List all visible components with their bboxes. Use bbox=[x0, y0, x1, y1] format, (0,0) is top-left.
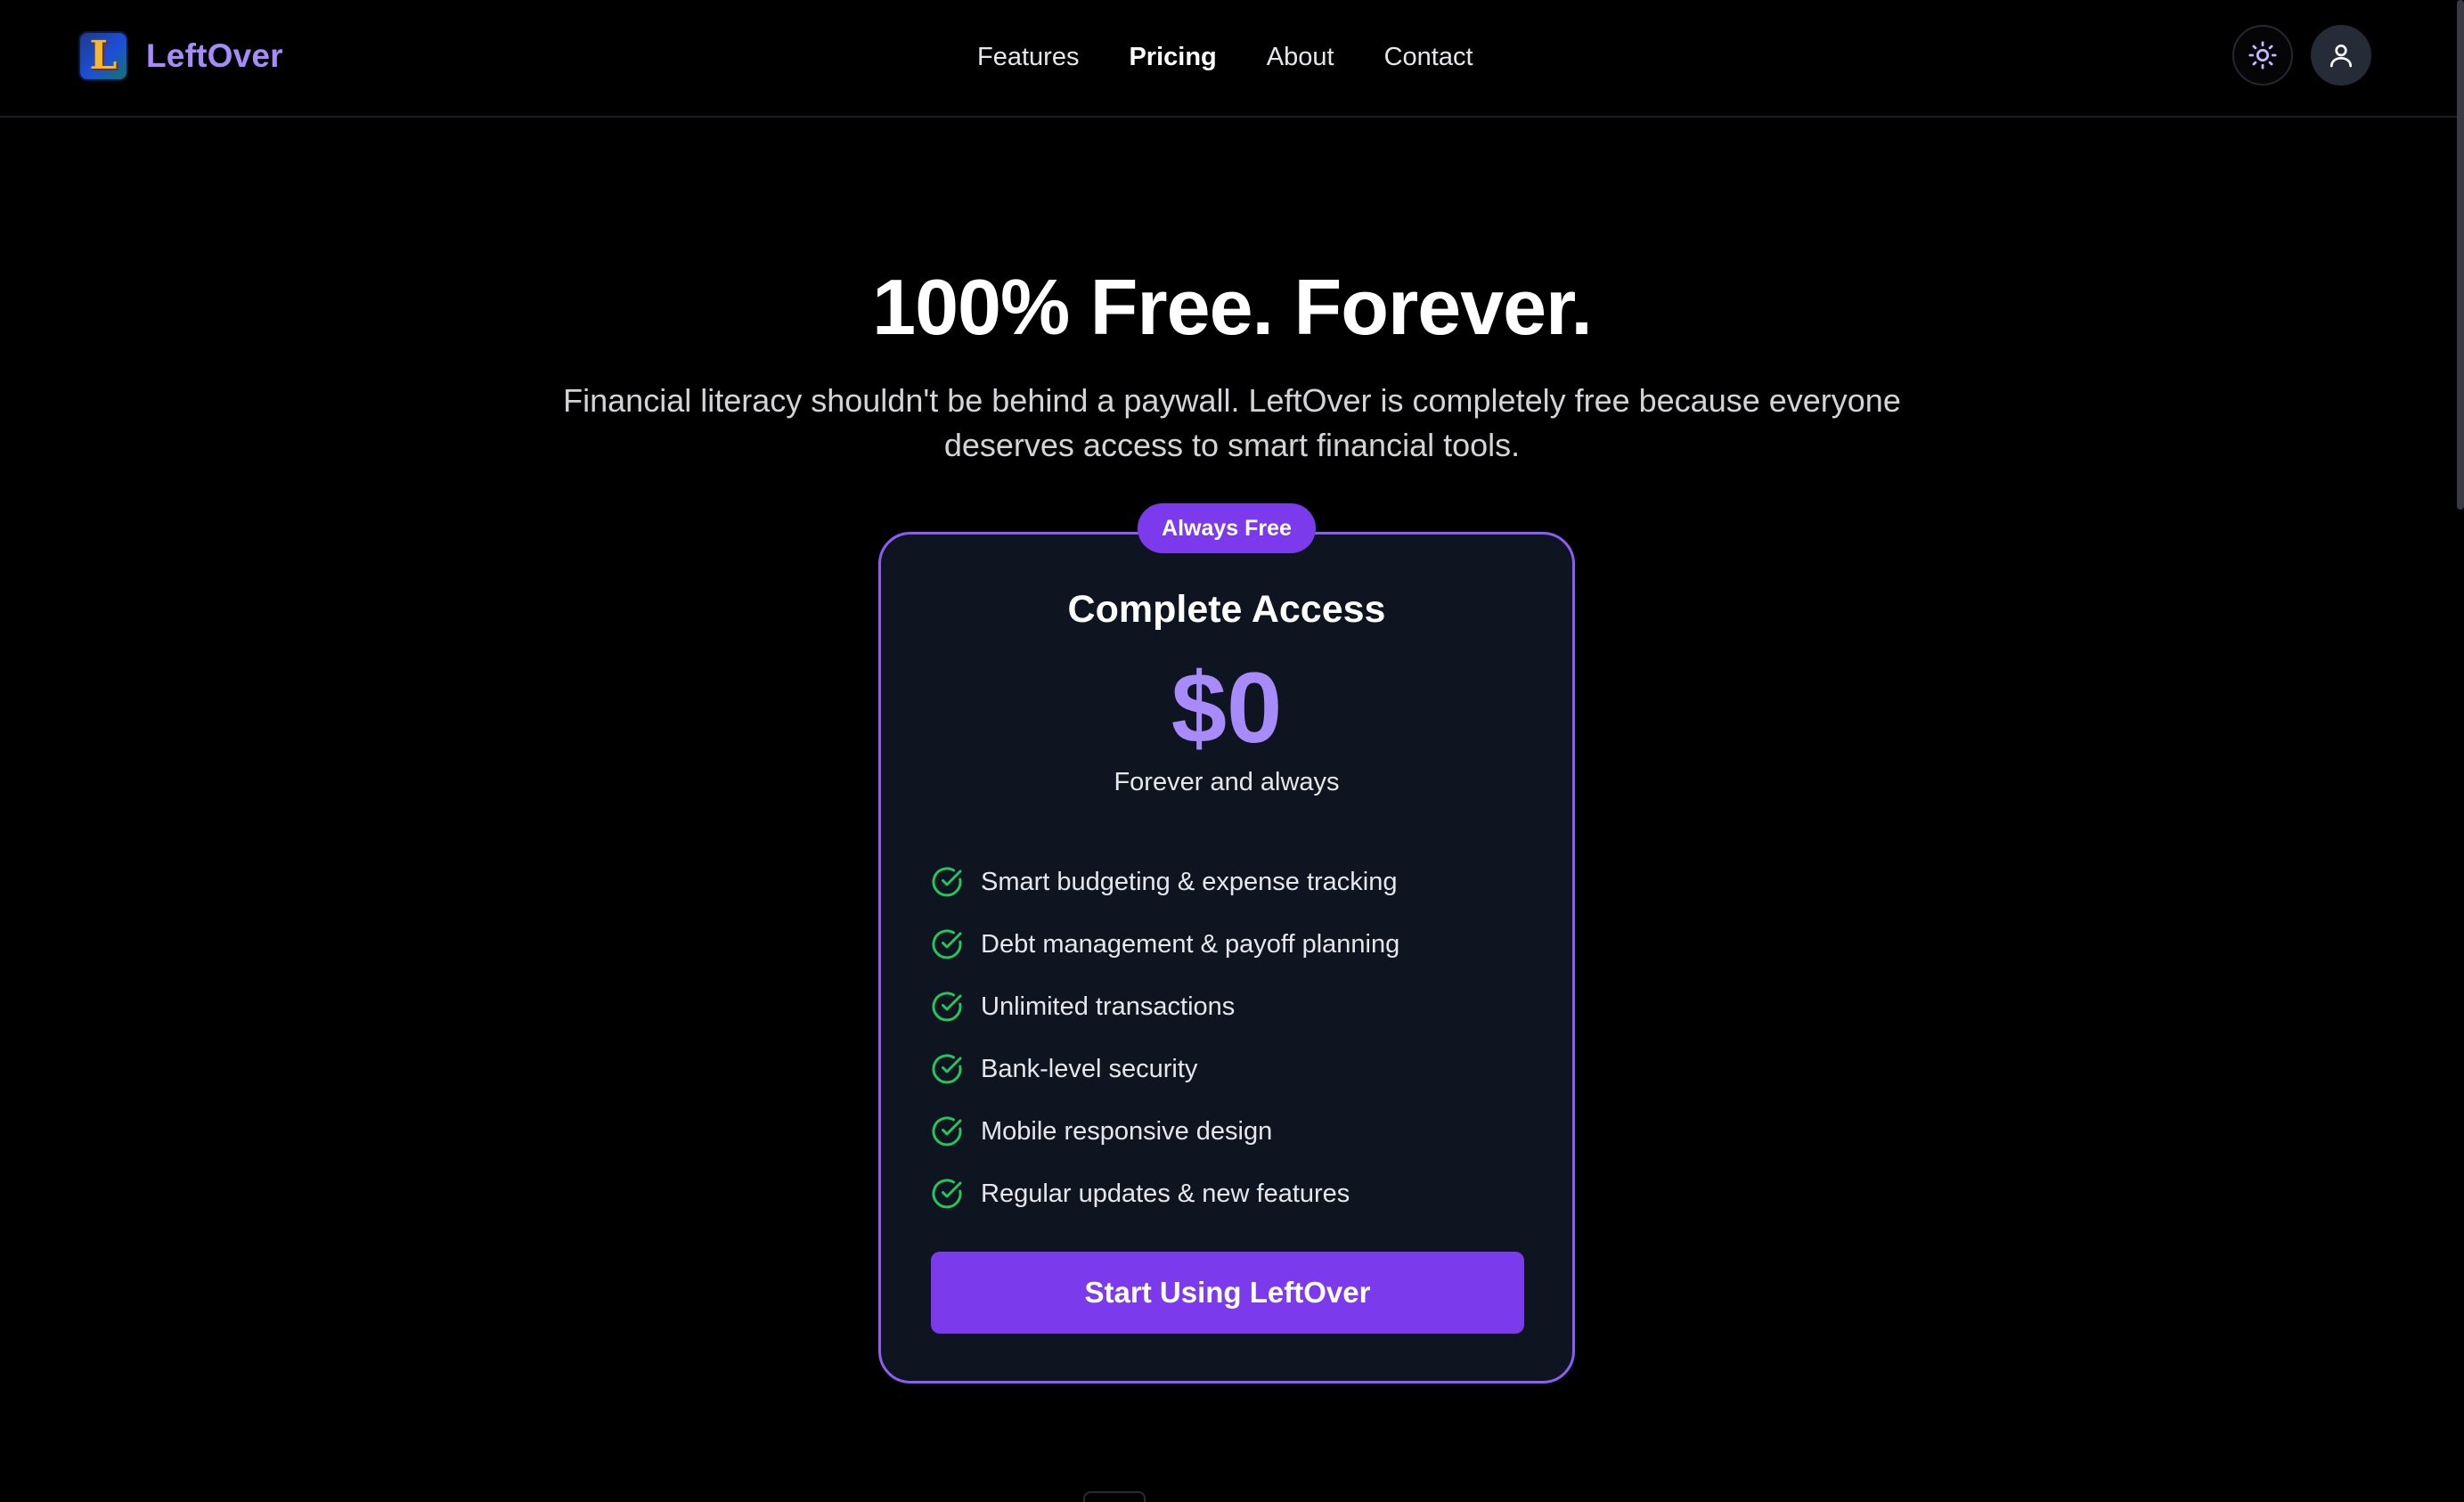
feature-item: Regular updates & new features bbox=[931, 1163, 1399, 1225]
scrollbar-thumb[interactable] bbox=[2457, 0, 2464, 510]
logo-letter: L bbox=[89, 33, 118, 78]
feature-label: Regular updates & new features bbox=[981, 1179, 1350, 1208]
next-section-edge bbox=[1083, 1491, 1146, 1502]
feature-item: Unlimited transactions bbox=[931, 975, 1399, 1038]
start-using-button[interactable]: Start Using LeftOver bbox=[931, 1252, 1524, 1334]
leftover-logo: L bbox=[78, 31, 128, 81]
check-circle-icon bbox=[932, 1116, 962, 1147]
page-subtitle: Financial literacy shouldn't be behind a… bbox=[563, 382, 1901, 463]
feature-item: Mobile responsive design bbox=[931, 1100, 1399, 1163]
check-circle-icon bbox=[932, 867, 962, 897]
always-free-badge: Always Free bbox=[1138, 503, 1316, 553]
brand-link[interactable]: L LeftOver bbox=[78, 30, 283, 82]
page: L LeftOver Features Pricing About Contac… bbox=[0, 0, 2464, 1502]
sun-icon bbox=[2248, 41, 2277, 69]
nav-link-contact[interactable]: Contact bbox=[1384, 43, 1473, 72]
theme-toggle-button[interactable] bbox=[2232, 25, 2293, 86]
feature-item: Bank-level security bbox=[931, 1038, 1399, 1100]
account-button[interactable] bbox=[2311, 25, 2371, 86]
feature-label: Debt management & payoff planning bbox=[981, 929, 1400, 959]
top-navbar: L LeftOver Features Pricing About Contac… bbox=[0, 0, 2464, 118]
feature-label: Mobile responsive design bbox=[981, 1116, 1273, 1146]
feature-item: Smart budgeting & expense tracking bbox=[931, 851, 1399, 913]
user-icon bbox=[2330, 45, 2352, 68]
main-nav: Features Pricing About Contact bbox=[977, 36, 1473, 78]
feature-item: Debt management & payoff planning bbox=[931, 913, 1399, 975]
check-circle-icon bbox=[932, 1179, 962, 1209]
feature-label: Bank-level security bbox=[981, 1054, 1198, 1083]
feature-list: Smart budgeting & expense tracking Debt … bbox=[931, 851, 1399, 1225]
nav-link-about[interactable]: About bbox=[1267, 43, 1334, 72]
brand-name: LeftOver bbox=[146, 37, 283, 74]
pricing-card: Complete Access $0 Forever and always Sm… bbox=[878, 532, 1575, 1384]
plan-price: $0 bbox=[1171, 652, 1283, 763]
check-circle-icon bbox=[932, 992, 962, 1022]
nav-link-pricing[interactable]: Pricing bbox=[1129, 43, 1216, 72]
feature-label: Smart budgeting & expense tracking bbox=[981, 867, 1398, 896]
feature-label: Unlimited transactions bbox=[981, 992, 1236, 1021]
page-title: 100% Free. Forever. bbox=[872, 263, 1593, 351]
nav-link-features[interactable]: Features bbox=[977, 43, 1079, 72]
check-circle-icon bbox=[932, 929, 962, 959]
plan-title: Complete Access bbox=[1067, 588, 1386, 631]
check-circle-icon bbox=[932, 1054, 962, 1084]
price-note: Forever and always bbox=[1114, 768, 1340, 796]
